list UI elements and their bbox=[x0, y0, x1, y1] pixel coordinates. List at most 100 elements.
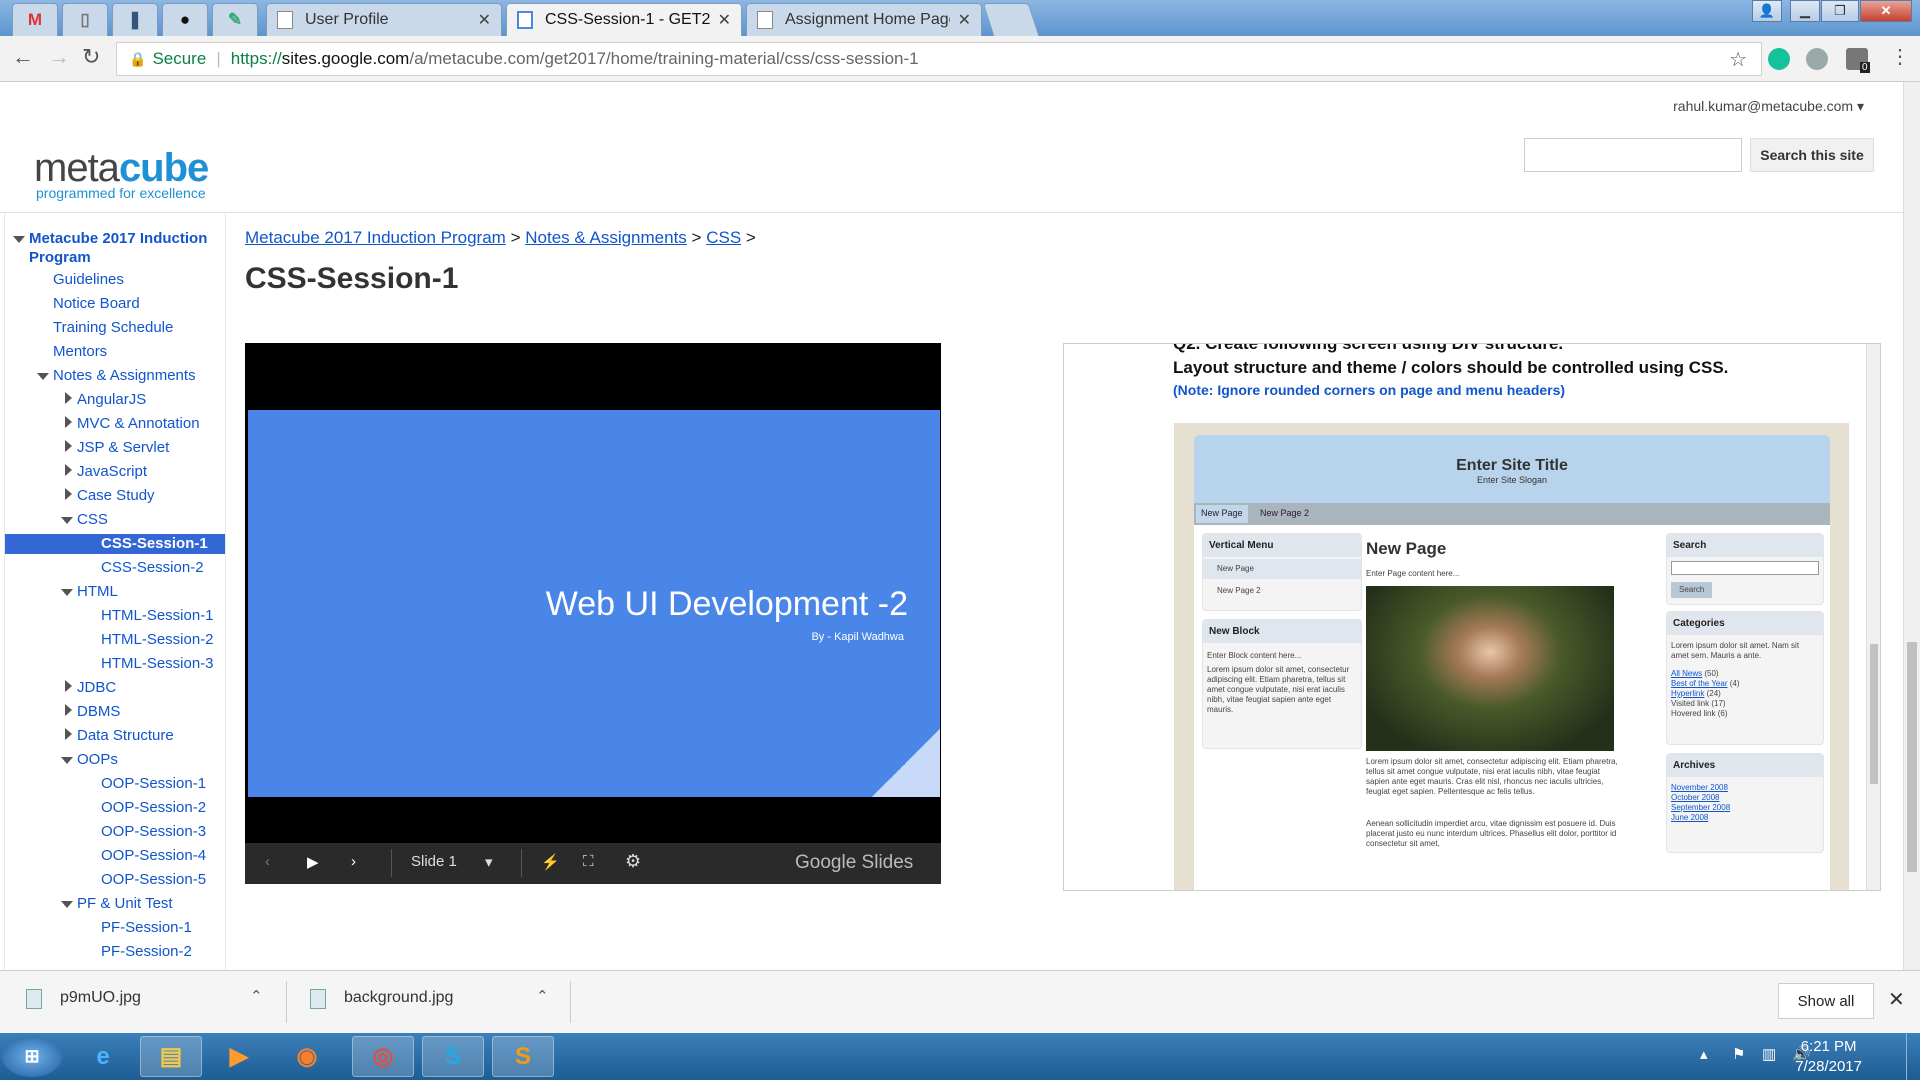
sidebar-item-jdbc[interactable]: JDBC bbox=[77, 679, 116, 696]
sidebar-item-javascript[interactable]: JavaScript bbox=[77, 463, 147, 480]
sidebar-item-mentors[interactable]: Mentors bbox=[53, 343, 107, 360]
close-icon[interactable]: ✕ bbox=[1888, 987, 1905, 1012]
firefox-icon[interactable]: ◉ bbox=[276, 1036, 338, 1077]
sidebar-item-oop-session-4[interactable]: OOP-Session-4 bbox=[101, 847, 206, 864]
slide-selector[interactable]: Slide 1 bbox=[411, 853, 457, 870]
sidebar-item-html-session-1[interactable]: HTML-Session-1 bbox=[101, 607, 214, 624]
scrollbar-thumb[interactable] bbox=[1907, 642, 1917, 872]
github-icon[interactable]: ● bbox=[162, 3, 208, 36]
sidebar-item-html-session-3[interactable]: HTML-Session-3 bbox=[101, 655, 214, 672]
sidebar-item-notes-assignments[interactable]: Notes & Assignments bbox=[53, 367, 196, 384]
minimize-button[interactable]: ▁ bbox=[1790, 0, 1820, 22]
extension-icon[interactable] bbox=[1806, 48, 1828, 70]
new-tab-button[interactable] bbox=[982, 3, 1040, 36]
forward-icon[interactable]: → bbox=[48, 44, 70, 70]
maximize-button[interactable]: ❐ bbox=[1821, 0, 1859, 22]
sidebar-item-induction-program[interactable]: Metacube 2017 Induction Program bbox=[29, 229, 219, 267]
collapse-icon[interactable] bbox=[65, 704, 72, 716]
fullscreen-icon[interactable]: ⛶ bbox=[583, 853, 594, 870]
collapse-icon[interactable] bbox=[65, 728, 72, 740]
next-slide-icon[interactable]: › bbox=[351, 853, 356, 870]
show-hidden-icons[interactable]: ▴ bbox=[1700, 1045, 1708, 1063]
download-item[interactable]: p9mUO.jpg bbox=[60, 989, 141, 1007]
collapse-icon[interactable] bbox=[65, 440, 72, 452]
sidebar-item-css-session-2[interactable]: CSS-Session-2 bbox=[101, 559, 204, 576]
previous-slide-icon[interactable]: ‹ bbox=[265, 853, 270, 870]
tab-assignment-home[interactable]: Assignment Home Page ✕ bbox=[746, 3, 982, 36]
sidebar-item-oop-session-1[interactable]: OOP-Session-1 bbox=[101, 775, 206, 792]
sidebar-item-notice-board[interactable]: Notice Board bbox=[53, 295, 140, 312]
laser-pointer-icon[interactable]: ⚡ bbox=[541, 853, 560, 871]
collapse-icon[interactable] bbox=[65, 488, 72, 500]
close-window-button[interactable]: ✕ bbox=[1860, 0, 1912, 22]
chrome-icon[interactable]: ◎ bbox=[352, 1036, 414, 1077]
sidebar-item-oop-session-5[interactable]: OOP-Session-5 bbox=[101, 871, 206, 888]
gmail-icon[interactable]: M bbox=[12, 3, 58, 36]
start-orb-icon[interactable]: ⊞ bbox=[2, 1036, 62, 1077]
network-icon[interactable]: ▥ bbox=[1762, 1045, 1776, 1063]
sidebar-item-html-session-2[interactable]: HTML-Session-2 bbox=[101, 631, 214, 648]
sidebar-item-pf-session-1[interactable]: PF-Session-1 bbox=[101, 919, 192, 936]
sidebar-item-training-schedule[interactable]: Training Schedule bbox=[53, 319, 173, 336]
expand-icon[interactable] bbox=[61, 901, 73, 908]
sidebar-item-data-structure[interactable]: Data Structure bbox=[77, 727, 174, 744]
tab-css-session-1[interactable]: CSS-Session-1 - GET20 ✕ bbox=[506, 3, 742, 36]
sidebar-item-dbms[interactable]: DBMS bbox=[77, 703, 120, 720]
close-tab-icon[interactable]: ✕ bbox=[478, 10, 491, 30]
breadcrumb-link-notes[interactable]: Notes & Assignments bbox=[525, 228, 687, 247]
internet-explorer-icon[interactable]: e bbox=[72, 1036, 134, 1077]
gear-icon[interactable]: ⚙ bbox=[625, 851, 641, 872]
site-logo[interactable]: metacube programmed for excellence bbox=[34, 146, 209, 201]
collapse-icon[interactable] bbox=[65, 392, 72, 404]
media-player-icon[interactable]: ▶ bbox=[208, 1036, 270, 1077]
collapse-icon[interactable] bbox=[65, 680, 72, 692]
back-icon[interactable]: ← bbox=[12, 44, 34, 70]
sidebar-item-jsp[interactable]: JSP & Servlet bbox=[77, 439, 169, 456]
user-icon[interactable]: 👤 bbox=[1752, 0, 1782, 22]
breadcrumb-link-css[interactable]: CSS bbox=[706, 228, 741, 247]
collapse-icon[interactable] bbox=[65, 416, 72, 428]
sidebar-item-mvc[interactable]: MVC & Annotation bbox=[77, 415, 200, 432]
bookmark-icon[interactable]: ❚ bbox=[112, 3, 158, 36]
site-search-input[interactable] bbox=[1524, 138, 1742, 172]
user-account[interactable]: rahul.kumar@metacube.com ▾ bbox=[1673, 98, 1864, 115]
sidebar-item-angularjs[interactable]: AngularJS bbox=[77, 391, 146, 408]
sidebar-item-css[interactable]: CSS bbox=[77, 511, 108, 528]
show-all-button[interactable]: Show all bbox=[1778, 983, 1874, 1019]
sidebar-item-pf-unit-test[interactable]: PF & Unit Test bbox=[77, 895, 173, 912]
file-explorer-icon[interactable]: ▤ bbox=[140, 1036, 202, 1077]
embedded-assignment-image[interactable]: Q2. Create following screen using DIV st… bbox=[1063, 343, 1881, 891]
expand-icon[interactable] bbox=[61, 757, 73, 764]
expand-icon[interactable] bbox=[37, 373, 49, 380]
system-clock[interactable]: 6:21 PM 7/28/2017 bbox=[1795, 1037, 1862, 1077]
embed-scrollbar[interactable] bbox=[1866, 344, 1880, 890]
chevron-up-icon[interactable]: ⌃ bbox=[536, 987, 549, 1005]
chevron-down-icon[interactable]: ▾ bbox=[485, 853, 493, 871]
play-icon[interactable]: ▶ bbox=[307, 853, 319, 871]
breadcrumb-link-induction[interactable]: Metacube 2017 Induction Program bbox=[245, 228, 506, 247]
expand-icon[interactable] bbox=[61, 589, 73, 596]
embed-scrollbar-thumb[interactable] bbox=[1870, 644, 1878, 784]
sidebar-item-case-study[interactable]: Case Study bbox=[77, 487, 155, 504]
expand-icon[interactable] bbox=[61, 517, 73, 524]
address-bar[interactable]: 🔒 Secure | https:// sites.google.com /a/… bbox=[116, 42, 1762, 76]
tab-user-profile[interactable]: User Profile ✕ bbox=[266, 3, 502, 36]
document-icon[interactable]: ▯ bbox=[62, 3, 108, 36]
sidebar-item-oop-session-2[interactable]: OOP-Session-2 bbox=[101, 799, 206, 816]
grammarly-icon[interactable] bbox=[1768, 48, 1790, 70]
close-tab-icon[interactable]: ✕ bbox=[718, 10, 731, 30]
page-scrollbar[interactable] bbox=[1903, 82, 1920, 970]
chevron-up-icon[interactable]: ⌃ bbox=[250, 987, 263, 1005]
reload-icon[interactable]: ↻ bbox=[82, 44, 100, 70]
show-desktop-button[interactable] bbox=[1906, 1033, 1920, 1080]
sidebar-item-oop-session-3[interactable]: OOP-Session-3 bbox=[101, 823, 206, 840]
skype-icon[interactable]: S bbox=[422, 1036, 484, 1077]
collapse-icon[interactable] bbox=[65, 464, 72, 476]
google-slides-embed[interactable]: Web UI Development -2 By - Kapil Wadhwa … bbox=[245, 343, 941, 884]
download-item[interactable]: background.jpg bbox=[344, 989, 453, 1007]
slide-canvas[interactable]: Web UI Development -2 By - Kapil Wadhwa bbox=[248, 410, 940, 797]
close-tab-icon[interactable]: ✕ bbox=[958, 10, 971, 30]
expand-icon[interactable] bbox=[13, 236, 25, 243]
search-site-button[interactable]: Search this site bbox=[1750, 138, 1874, 172]
sublime-text-icon[interactable]: S bbox=[492, 1036, 554, 1077]
